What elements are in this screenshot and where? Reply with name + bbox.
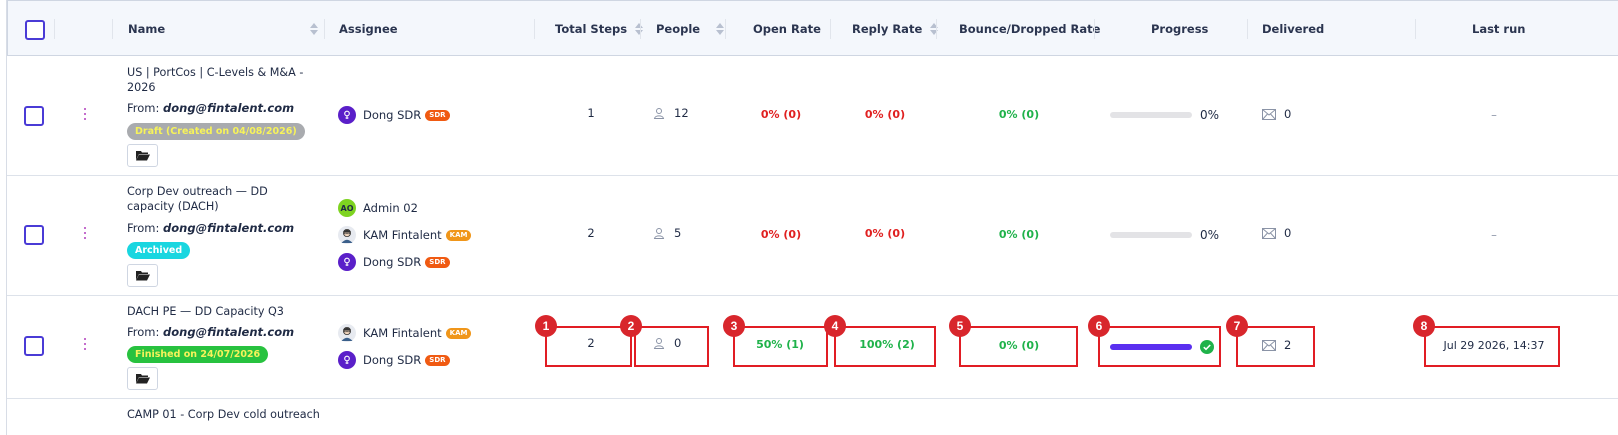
person-icon xyxy=(653,228,665,239)
annotation-box xyxy=(733,326,828,367)
folder-icon xyxy=(135,374,150,384)
assignee: Dong SDR SDR xyxy=(338,253,450,271)
more-options-icon[interactable] xyxy=(83,108,87,120)
open-rate: 0% (0) xyxy=(760,228,802,241)
assignee: Dong SDR SDR xyxy=(338,351,450,369)
annotation-box xyxy=(834,326,936,367)
folder-button[interactable] xyxy=(127,367,158,390)
column-open-rate: Open Rate xyxy=(753,22,821,36)
annotation-marker: 3 xyxy=(723,315,745,337)
bounce-rate: 0% (0) xyxy=(998,228,1040,241)
table-row[interactable]: Corp Dev outreach — DD capacity (DACH) F… xyxy=(7,176,1618,296)
delivered: 0 xyxy=(1262,107,1291,121)
total-steps: 1 xyxy=(587,106,595,120)
progress-bar xyxy=(1110,232,1192,238)
column-reply-rate[interactable]: Reply Rate xyxy=(852,1,939,57)
more-options-icon[interactable] xyxy=(83,227,87,239)
table-header: Name Assignee Total Steps People Open Ra… xyxy=(7,0,1618,56)
user-icon xyxy=(338,253,356,271)
people-count[interactable]: 12 xyxy=(653,106,689,120)
table-row[interactable]: US | PortCos | C-Levels & M&A - 2026 Fro… xyxy=(7,56,1618,176)
assignee: KAM Fintalent KAM xyxy=(338,226,472,244)
column-assignee: Assignee xyxy=(339,22,398,36)
row-checkbox[interactable] xyxy=(24,336,44,356)
bounce-rate: 0% (0) xyxy=(998,108,1040,121)
column-people[interactable]: People xyxy=(656,1,725,57)
last-run: – xyxy=(1491,228,1497,242)
annotation-marker: 5 xyxy=(949,315,971,337)
folder-icon xyxy=(135,271,150,281)
role-badge: SDR xyxy=(425,109,450,121)
column-total-steps[interactable]: Total Steps xyxy=(555,1,644,57)
annotation-marker: 6 xyxy=(1088,315,1110,337)
column-progress: Progress xyxy=(1151,22,1209,36)
column-bounce-rate: Bounce/Dropped Rate xyxy=(959,22,1101,36)
campaign-title[interactable]: Corp Dev outreach — DD capacity (DACH) xyxy=(127,184,317,214)
select-all-checkbox[interactable] xyxy=(25,20,45,40)
column-delivered: Delivered xyxy=(1262,22,1325,36)
user-icon xyxy=(338,351,356,369)
campaign-table: Name Assignee Total Steps People Open Ra… xyxy=(6,0,1618,435)
last-run: – xyxy=(1491,108,1497,122)
people-count[interactable]: 5 xyxy=(653,226,681,240)
role-badge: SDR xyxy=(425,256,450,268)
sort-icon[interactable] xyxy=(930,23,939,35)
assignee: AO Admin 02 xyxy=(338,199,418,217)
progress: 0% xyxy=(1110,228,1219,242)
row-checkbox[interactable] xyxy=(24,106,44,126)
sort-icon[interactable] xyxy=(716,23,725,35)
annotation-box xyxy=(1098,326,1221,367)
sort-icon[interactable] xyxy=(310,23,318,35)
reply-rate: 0% (0) xyxy=(864,227,906,240)
assignee: KAM Fintalent KAM xyxy=(338,324,472,342)
delivered: 0 xyxy=(1262,226,1291,240)
table-row[interactable]: CAMP 01 - Corp Dev cold outreach xyxy=(7,399,1618,435)
annotation-marker: 2 xyxy=(620,315,642,337)
status-badge: Draft (Created on 04/08/2026) xyxy=(127,123,305,140)
column-last-run: Last run xyxy=(1472,22,1526,36)
column-name[interactable]: Name xyxy=(128,1,318,57)
campaign-title[interactable]: US | PortCos | C-Levels & M&A - 2026 xyxy=(127,65,317,95)
folder-button[interactable] xyxy=(127,144,158,167)
annotation-marker: 4 xyxy=(824,315,846,337)
avatar: AO xyxy=(338,199,356,217)
status-badge: Finished on 24/07/2026 xyxy=(127,346,269,363)
status-badge: Archived xyxy=(127,242,191,259)
annotation-marker: 8 xyxy=(1413,315,1435,337)
more-options-icon[interactable] xyxy=(83,338,87,350)
mail-icon xyxy=(1262,108,1276,120)
sender: From: dong@fintalent.com xyxy=(127,325,295,339)
open-rate: 0% (0) xyxy=(760,108,802,121)
total-steps: 2 xyxy=(587,226,595,240)
annotation-marker: 1 xyxy=(535,315,557,337)
assignee: Dong SDR SDR xyxy=(338,106,450,124)
sender: From: dong@fintalent.com xyxy=(127,221,295,235)
annotation-box xyxy=(1236,326,1315,367)
mail-icon xyxy=(1262,227,1276,239)
progress-bar xyxy=(1110,112,1192,118)
sender: From: dong@fintalent.com xyxy=(127,101,295,115)
campaign-title[interactable]: CAMP 01 - Corp Dev cold outreach xyxy=(127,407,347,422)
progress: 0% xyxy=(1110,108,1219,122)
role-badge: KAM xyxy=(445,327,472,339)
annotation-box xyxy=(959,326,1078,367)
role-badge: SDR xyxy=(425,354,450,366)
campaign-title[interactable]: DACH PE — DD Capacity Q3 xyxy=(127,304,317,319)
annotation-box xyxy=(1424,326,1560,367)
folder-button[interactable] xyxy=(127,264,158,287)
avatar-icon xyxy=(338,324,356,342)
annotation-marker: 7 xyxy=(1226,315,1248,337)
row-checkbox[interactable] xyxy=(24,225,44,245)
annotation-box xyxy=(634,326,709,367)
person-icon xyxy=(653,108,665,119)
role-badge: KAM xyxy=(445,229,472,241)
reply-rate: 0% (0) xyxy=(864,108,906,121)
user-icon xyxy=(338,106,356,124)
annotation-box xyxy=(545,326,632,367)
folder-icon xyxy=(135,151,150,161)
avatar-icon xyxy=(338,226,356,244)
